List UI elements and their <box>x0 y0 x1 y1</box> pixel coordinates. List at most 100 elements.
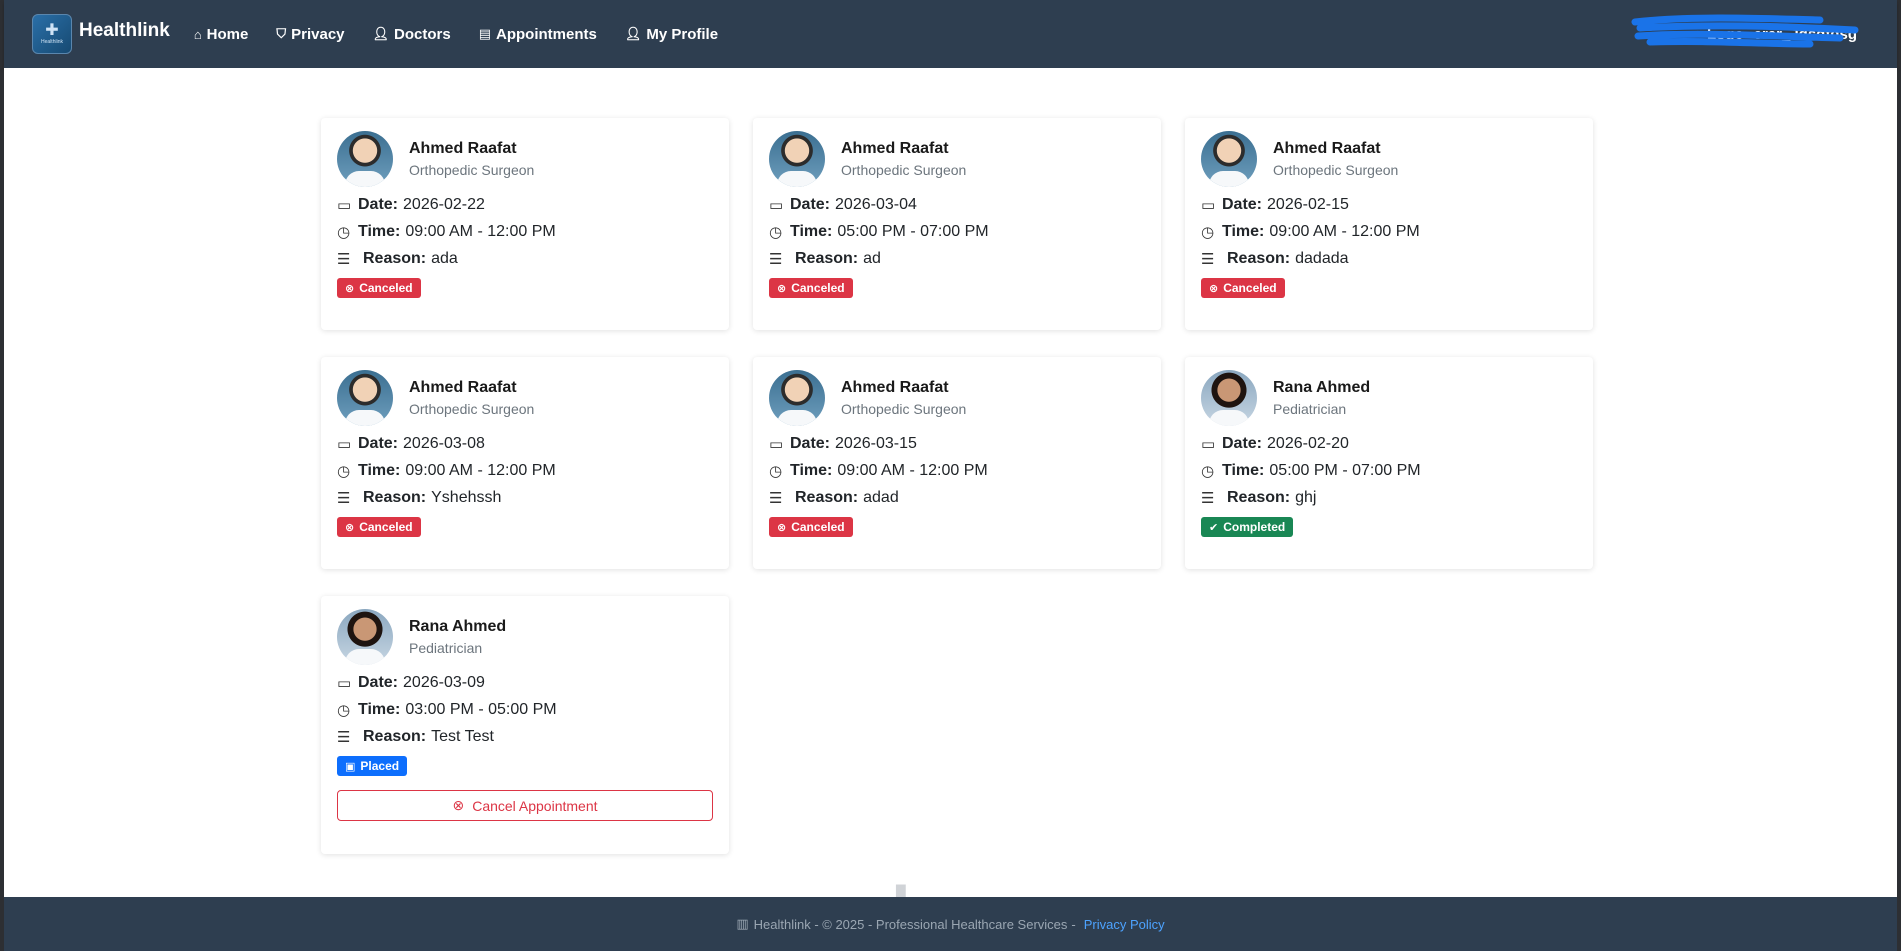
calendar-icon: ▭ <box>769 197 784 214</box>
appointment-date: ▭ Date: 2026-03-04 <box>769 196 1145 214</box>
reason-value: Test Test <box>431 728 494 745</box>
doctor-specialty: Orthopedic Surgeon <box>841 401 967 417</box>
doctor-avatar <box>1201 131 1257 187</box>
date-value: 2026-02-20 <box>1267 435 1349 452</box>
calendar-icon: ▭ <box>337 436 352 453</box>
comment-icon: ☰ <box>769 251 783 268</box>
doctor-info: Rana Ahmed Pediatrician <box>409 618 506 656</box>
nav-link-label: My Profile <box>646 25 719 43</box>
user-icon: 👤︎ <box>372 26 390 41</box>
date-label: Date: <box>1222 435 1263 452</box>
time-value: 05:00 PM - 07:00 PM <box>837 223 989 240</box>
appointment-reason: ☰ Reason: adad <box>769 489 1145 507</box>
footer-icon: ▥ <box>736 916 749 931</box>
doctor-specialty: Orthopedic Surgeon <box>1273 162 1399 178</box>
doctor-name: Ahmed Raafat <box>841 140 949 157</box>
nav-link-privacy[interactable]: ⛉ Privacy <box>276 26 344 43</box>
appointment-time: ◷ Time: 09:00 AM - 12:00 PM <box>337 223 713 241</box>
doctor-avatar <box>769 131 825 187</box>
canceled-icon: ⊗ <box>345 521 355 534</box>
brand-logo: ✚ Healthlink <box>32 14 72 54</box>
doctor-specialty: Pediatrician <box>409 640 483 656</box>
doctor-name: Ahmed Raafat <box>409 379 517 396</box>
doctor-info: Ahmed Raafat Orthopedic Surgeon <box>1273 140 1398 178</box>
doctor-row: Ahmed Raafat Orthopedic Surgeon <box>769 370 1145 426</box>
doctor-avatar <box>769 370 825 426</box>
appointment-card: Rana Ahmed Pediatrician ▭ Date: 2026-03-… <box>321 596 729 854</box>
nav-link-appointments[interactable]: ▤ Appointments <box>479 26 597 43</box>
date-value: 2026-02-22 <box>403 196 485 213</box>
doctor-specialty: Orthopedic Surgeon <box>409 401 535 417</box>
reason-label: Reason: <box>1227 489 1291 506</box>
nav-link-label: Privacy <box>291 25 345 43</box>
time-label: Time: <box>790 223 833 240</box>
appointment-time: ◷ Time: 09:00 AM - 12:00 PM <box>1201 223 1577 241</box>
logout-icon: ⇥ <box>1691 26 1702 41</box>
calendar-icon: ▭ <box>1201 197 1216 214</box>
date-value: 2026-03-09 <box>403 674 485 691</box>
footer-text: Healthlink - © 2025 - Professional Healt… <box>753 916 1068 932</box>
doctor-name: Ahmed Raafat <box>1273 140 1381 157</box>
doctor-name: Rana Ahmed <box>1273 379 1371 396</box>
doctor-row: Ahmed Raafat Orthopedic Surgeon <box>337 370 713 426</box>
status-label: Completed <box>1223 520 1286 534</box>
cancel-circle-icon: ⊗ <box>452 797 465 813</box>
date-label: Date: <box>358 435 399 452</box>
nav-link-label: Home <box>206 25 249 43</box>
nav-link-my-profile[interactable]: 👤︎ My Profile <box>625 26 718 43</box>
appointment-reason: ☰ Reason: ad <box>769 250 1145 268</box>
canceled-icon: ⊗ <box>345 282 355 295</box>
appointment-card: Ahmed Raafat Orthopedic Surgeon ▭ Date: … <box>321 118 729 330</box>
reason-label: Reason: <box>363 250 427 267</box>
appointment-date: ▭ Date: 2026-02-22 <box>337 196 713 214</box>
doctor-name: Ahmed Raafat <box>409 140 517 157</box>
status-label: Canceled <box>359 520 413 534</box>
cancel-button-label: Cancel Appointment <box>472 797 598 814</box>
doctor-info: Ahmed Raafat Orthopedic Surgeon <box>841 379 966 417</box>
nav-link-doctors[interactable]: 👤︎ Doctors <box>373 26 451 43</box>
appointment-time: ◷ Time: 09:00 AM - 12:00 PM <box>337 462 713 480</box>
nav-links: ⌂ Home ⛉ Privacy 👤︎ Doctors ▤ Appointmen… <box>194 26 746 43</box>
appointment-reason: ☰ Reason: Test Test <box>337 728 713 746</box>
logout-link[interactable]: ⇥ Logo <box>1691 26 1744 43</box>
medical-cross-icon: ✚ <box>45 22 59 39</box>
reason-label: Reason: <box>795 489 859 506</box>
time-value: 03:00 PM - 05:00 PM <box>405 701 557 718</box>
status-label: Canceled <box>1223 281 1277 295</box>
status-badge: ⊗ Canceled <box>769 278 853 298</box>
doctor-row: Ahmed Raafat Orthopedic Surgeon <box>769 131 1145 187</box>
appointment-time: ◷ Time: 03:00 PM - 05:00 PM <box>337 701 713 719</box>
calendar-icon: ▭ <box>337 197 352 214</box>
clock-icon: ◷ <box>1201 463 1215 480</box>
clock-icon: ◷ <box>337 463 351 480</box>
doctor-avatar <box>1201 370 1257 426</box>
time-label: Time: <box>358 462 401 479</box>
date-label: Date: <box>790 435 831 452</box>
nav-link-home[interactable]: ⌂ Home <box>194 26 249 43</box>
doctor-avatar <box>337 131 393 187</box>
comment-icon: ☰ <box>337 490 351 507</box>
status-badge: ⊗ Canceled <box>1201 278 1285 298</box>
appointment-date: ▭ Date: 2026-03-15 <box>769 435 1145 453</box>
status-badge: ▣ Placed <box>337 756 408 776</box>
brand-logo-text: Healthlink <box>41 39 63 45</box>
brand[interactable]: ✚ Healthlink Healthlink <box>32 14 170 54</box>
cancel-appointment-button[interactable]: ⊗ Cancel Appointment <box>337 790 713 821</box>
comment-icon: ☰ <box>1201 251 1215 268</box>
comment-icon: ☰ <box>337 251 351 268</box>
time-label: Time: <box>1222 462 1265 479</box>
doctor-info: Ahmed Raafat Orthopedic Surgeon <box>841 140 966 178</box>
appointment-time: ◷ Time: 05:00 PM - 07:00 PM <box>769 223 1145 241</box>
reason-value: Yshehssh <box>431 489 502 506</box>
appointment-card: Ahmed Raafat Orthopedic Surgeon ▭ Date: … <box>753 118 1161 330</box>
clock-icon: ◷ <box>769 463 783 480</box>
time-label: Time: <box>358 701 401 718</box>
user-name: erer_Jdsdfdsg <box>1753 25 1857 43</box>
time-value: 09:00 AM - 12:00 PM <box>405 462 556 479</box>
brand-name: Healthlink <box>79 20 170 41</box>
time-value: 09:00 AM - 12:00 PM <box>405 223 556 240</box>
appointment-card: Ahmed Raafat Orthopedic Surgeon ▭ Date: … <box>1185 118 1593 330</box>
doctor-row: Rana Ahmed Pediatrician <box>1201 370 1577 426</box>
privacy-policy-link[interactable]: Privacy Policy <box>1084 917 1165 932</box>
user-edit-icon: 👤︎ <box>624 26 642 41</box>
